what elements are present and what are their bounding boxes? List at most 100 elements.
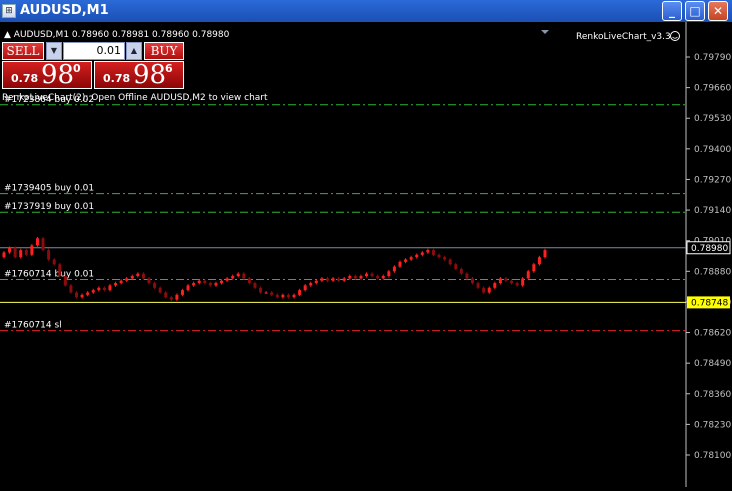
candle-body bbox=[164, 292, 168, 298]
price-axis-label: 0.79660 bbox=[694, 84, 731, 94]
candle-body bbox=[208, 283, 212, 286]
sell-price-prefix: 0.78 bbox=[11, 72, 39, 85]
candle-body bbox=[526, 271, 530, 279]
close-button[interactable]: ✕ bbox=[708, 1, 728, 21]
candle-body bbox=[141, 273, 145, 279]
candle-body bbox=[102, 287, 106, 291]
candle-body bbox=[487, 287, 491, 293]
buy-price-prefix: 0.78 bbox=[103, 72, 131, 85]
candle-body bbox=[353, 276, 357, 279]
candle-body bbox=[13, 247, 17, 258]
candle-body bbox=[147, 278, 151, 284]
price-axis-label: 0.78100 bbox=[694, 451, 731, 461]
candle-body bbox=[426, 250, 430, 253]
candle-body bbox=[136, 273, 140, 277]
candle-body bbox=[35, 238, 39, 246]
candle-body bbox=[476, 283, 480, 288]
candle-body bbox=[510, 280, 514, 284]
candle-body bbox=[532, 264, 536, 272]
candle-body bbox=[303, 285, 307, 291]
price-axis-label: 0.79400 bbox=[694, 145, 731, 155]
sell-quote[interactable]: 0.78 98 0 bbox=[2, 60, 92, 90]
candle-body bbox=[320, 278, 324, 281]
candle-body bbox=[381, 276, 385, 279]
chart-background bbox=[0, 22, 732, 487]
candle-body bbox=[125, 278, 129, 281]
buy-button[interactable]: BUY bbox=[144, 42, 184, 60]
minimize-button[interactable]: _ bbox=[662, 1, 682, 21]
bid-tag: 0.78980 bbox=[691, 244, 728, 254]
candle-body bbox=[175, 294, 179, 300]
price-axis-label: 0.78230 bbox=[694, 420, 731, 430]
candle-body bbox=[158, 287, 162, 293]
candle-body bbox=[259, 287, 263, 293]
candle-body bbox=[30, 245, 34, 255]
order-line-label: #1760714 buy 0.01 bbox=[4, 270, 94, 280]
candle-body bbox=[342, 278, 346, 281]
candle-body bbox=[8, 247, 12, 253]
price-axis-label: 0.78360 bbox=[694, 390, 731, 400]
price-axis-label: 0.78620 bbox=[694, 329, 731, 339]
candle-body bbox=[275, 294, 279, 298]
candle-body bbox=[298, 290, 302, 295]
candle-body bbox=[2, 252, 6, 258]
candle-body bbox=[465, 273, 469, 279]
price-axis-label: 0.79270 bbox=[694, 175, 731, 185]
candle-body bbox=[130, 276, 134, 279]
candle-body bbox=[97, 287, 101, 291]
candle-body bbox=[470, 278, 474, 284]
price-axis-label: 0.78880 bbox=[694, 267, 731, 277]
down-arrow-icon[interactable]: ▼ bbox=[46, 42, 62, 60]
candle-body bbox=[459, 268, 463, 274]
candle-body bbox=[264, 292, 268, 294]
candle-body bbox=[75, 292, 79, 298]
candle-body bbox=[119, 280, 123, 284]
candle-body bbox=[80, 294, 84, 298]
candle-body bbox=[493, 283, 497, 288]
candle-body bbox=[443, 257, 447, 260]
candle-body bbox=[186, 285, 190, 291]
candle-body bbox=[521, 278, 525, 286]
candle-body bbox=[398, 261, 402, 267]
candle-body bbox=[392, 266, 396, 272]
lot-size-input[interactable]: 0.01 bbox=[63, 42, 125, 60]
candle-body bbox=[169, 297, 173, 300]
candle-body bbox=[231, 276, 235, 279]
candle-body bbox=[331, 278, 335, 281]
candle-body bbox=[58, 264, 62, 277]
candle-body bbox=[482, 287, 486, 293]
candle-body bbox=[376, 276, 380, 279]
buy-price-sup: 6 bbox=[165, 62, 173, 75]
candle-body bbox=[214, 283, 218, 286]
price-axis-label: 0.79530 bbox=[694, 114, 731, 124]
sell-button[interactable]: SELL bbox=[2, 42, 44, 60]
candle-body bbox=[543, 250, 547, 258]
maximize-button[interactable]: □ bbox=[685, 1, 705, 21]
candle-body bbox=[220, 280, 224, 284]
candle-body bbox=[431, 250, 435, 255]
buy-quote[interactable]: 0.78 98 6 bbox=[94, 60, 184, 90]
order-line-label: #1739405 buy 0.01 bbox=[4, 184, 94, 194]
chart-window-icon[interactable]: ⊞ bbox=[2, 4, 16, 18]
candle-body bbox=[236, 273, 240, 277]
chart-header: ▲ AUDUSD,M1 0.78960 0.78981 0.78960 0.78… bbox=[4, 30, 230, 40]
candle-body bbox=[365, 273, 369, 277]
candle-body bbox=[281, 294, 285, 298]
candle-body bbox=[515, 283, 519, 286]
window-title: AUDUSD,M1 bbox=[20, 3, 109, 18]
one-click-trading-panel: SELL ▼ 0.01 ▲ BUY 0.78 98 0 0.78 98 6 bbox=[2, 42, 184, 90]
candle-body bbox=[69, 285, 73, 293]
candle-body bbox=[225, 278, 229, 281]
candle-body bbox=[52, 259, 56, 265]
order-line-label: #1737919 buy 0.01 bbox=[4, 202, 94, 212]
candle-body bbox=[498, 278, 502, 284]
candle-body bbox=[63, 276, 67, 286]
up-arrow-icon[interactable]: ▲ bbox=[126, 42, 142, 60]
candle-body bbox=[415, 254, 419, 258]
candle-body bbox=[454, 264, 458, 269]
candle-body bbox=[47, 250, 51, 260]
chart-area[interactable]: ▲ AUDUSD,M1 0.78960 0.78981 0.78960 0.78… bbox=[0, 22, 732, 487]
price-chart[interactable]: ▲ AUDUSD,M1 0.78960 0.78981 0.78960 0.78… bbox=[0, 22, 732, 487]
candle-body bbox=[309, 283, 313, 286]
candle-body bbox=[86, 292, 90, 295]
